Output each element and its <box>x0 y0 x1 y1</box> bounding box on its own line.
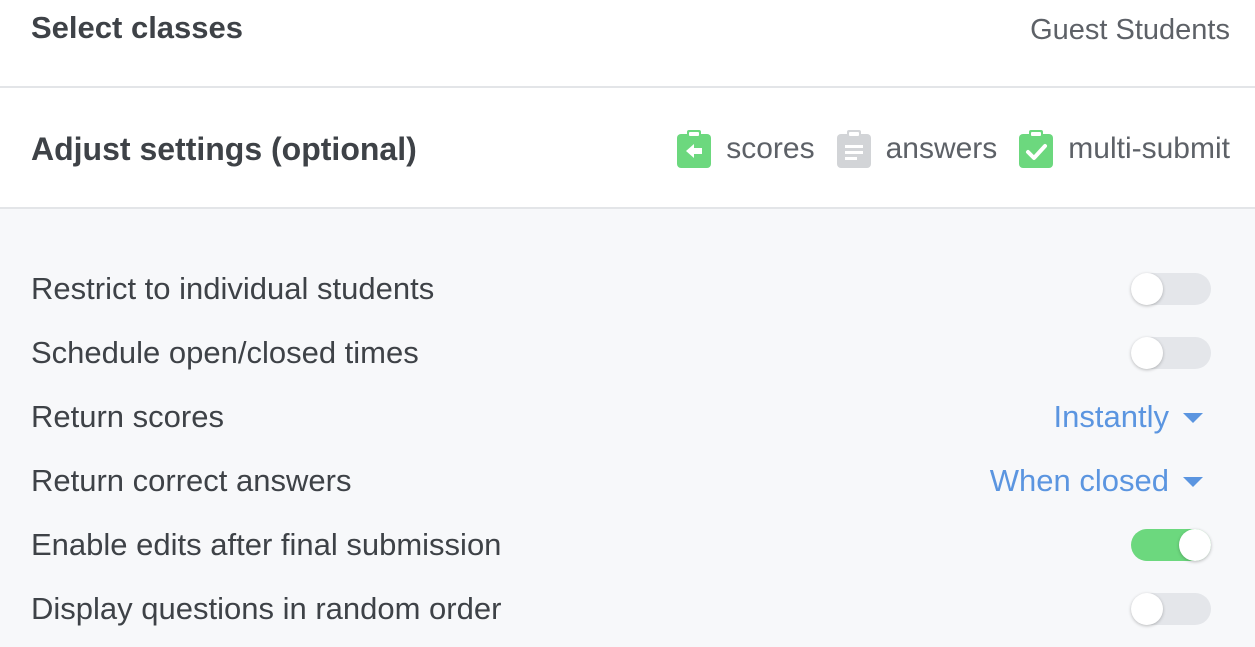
clipboard-return-icon <box>677 130 712 168</box>
toggle-knob <box>1179 529 1211 561</box>
setting-enable-edits: Enable edits after final submission <box>0 513 1255 577</box>
setting-label: Display questions in random order <box>31 591 502 626</box>
dropdown-value: Instantly <box>1053 399 1169 434</box>
enable-edits-toggle[interactable] <box>1131 529 1211 561</box>
select-classes-section[interactable]: Select classes Guest Students <box>0 0 1255 88</box>
caret-down-icon <box>1183 413 1203 423</box>
setting-label: Return scores <box>31 399 224 434</box>
indicator-answers-label: answers <box>885 132 998 165</box>
indicator-scores-label: scores <box>726 132 815 165</box>
select-classes-title: Select classes <box>31 10 244 45</box>
settings-summary-indicators: scores answers multi-submit <box>677 128 1230 170</box>
indicator-multi-submit-label: multi-submit <box>1068 132 1230 165</box>
indicator-answers: answers <box>836 128 998 170</box>
adjust-settings-header[interactable]: Adjust settings (optional) scores answer… <box>0 88 1255 209</box>
return-scores-dropdown[interactable]: Instantly <box>1054 395 1203 439</box>
random-order-toggle[interactable] <box>1131 593 1211 625</box>
setting-return-scores: Return scores Instantly <box>0 385 1255 449</box>
setting-random-order: Display questions in random order <box>0 577 1255 641</box>
indicator-scores: scores <box>677 128 815 170</box>
setting-label: Return correct answers <box>31 463 352 498</box>
indicator-multi-submit: multi-submit <box>1019 128 1230 170</box>
toggle-knob <box>1131 593 1163 625</box>
adjust-settings-title: Adjust settings (optional) <box>31 131 417 167</box>
toggle-knob <box>1131 273 1163 305</box>
setting-label: Restrict to individual students <box>31 271 435 306</box>
setting-restrict-individual-students: Restrict to individual students <box>0 257 1255 321</box>
schedule-times-toggle[interactable] <box>1131 337 1211 369</box>
caret-down-icon <box>1183 477 1203 487</box>
return-answers-dropdown[interactable]: When closed <box>990 459 1203 503</box>
setting-return-correct-answers: Return correct answers When closed <box>0 449 1255 513</box>
dropdown-value: When closed <box>989 463 1169 498</box>
setting-schedule-times: Schedule open/closed times <box>0 321 1255 385</box>
toggle-knob <box>1131 337 1163 369</box>
restrict-students-toggle[interactable] <box>1131 273 1211 305</box>
clipboard-check-icon <box>1019 130 1054 168</box>
settings-panel: Restrict to individual students Schedule… <box>0 209 1255 647</box>
setting-label: Schedule open/closed times <box>31 335 419 370</box>
selected-class-value[interactable]: Guest Students <box>1030 10 1230 50</box>
setting-label: Enable edits after final submission <box>31 527 502 562</box>
clipboard-text-icon <box>836 130 871 168</box>
